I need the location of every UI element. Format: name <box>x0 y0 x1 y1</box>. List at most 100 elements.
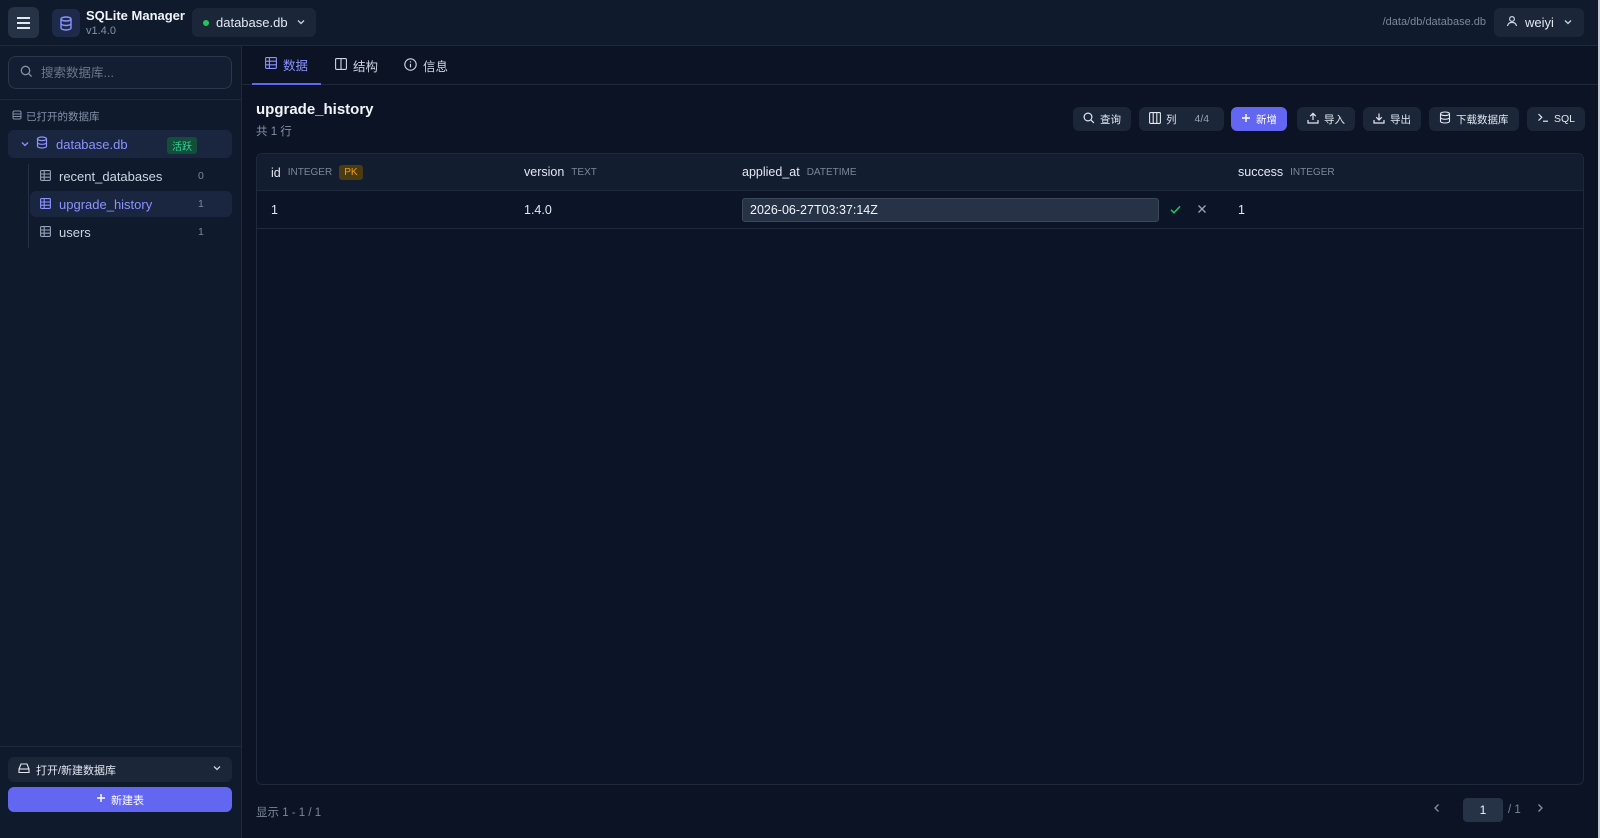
status-badge: 活跃 <box>167 137 197 154</box>
section-label-text: 已打开的数据库 <box>26 111 100 123</box>
user-menu-button[interactable]: weiyi <box>1494 8 1584 37</box>
tab-bar: 数据 结构 信息 <box>242 46 1598 85</box>
database-selector[interactable]: database.db <box>192 8 316 37</box>
check-icon[interactable] <box>1169 203 1182 219</box>
plus-icon <box>1241 113 1251 126</box>
table-icon <box>40 225 51 240</box>
chevron-down-icon <box>1563 15 1573 30</box>
tab-info[interactable]: 信息 <box>404 46 448 85</box>
page-total: / 1 <box>1508 804 1521 816</box>
tab-structure[interactable]: 结构 <box>335 46 378 85</box>
tree-line <box>28 164 29 248</box>
close-icon[interactable] <box>1196 203 1208 218</box>
search-box <box>8 56 232 89</box>
menu-button[interactable] <box>8 7 39 38</box>
download-icon <box>1373 112 1385 127</box>
pagination-summary: 显示 1 - 1 / 1 <box>256 807 322 819</box>
app-window: SQLite Manager v1.4.0 database.db /data/… <box>0 0 1600 838</box>
table-icon <box>265 57 277 72</box>
tab-label: 结构 <box>353 60 379 74</box>
add-label: 新增 <box>1256 113 1277 126</box>
open-database-label: 打开/新建数据库 <box>36 764 117 777</box>
hard-drive-icon <box>18 762 30 777</box>
columns-icon <box>335 58 347 73</box>
cell-success[interactable]: 1 <box>1238 203 1245 217</box>
search-icon <box>20 65 33 81</box>
table-row[interactable]: 1 1.4.0 1 <box>257 191 1583 229</box>
columns-label: 列 <box>1166 113 1177 126</box>
column-header-success[interactable]: success INTEGER <box>1238 165 1335 179</box>
tab-label: 数据 <box>283 59 309 73</box>
chevron-right-icon[interactable] <box>1534 802 1546 817</box>
chevron-left-icon[interactable] <box>1431 802 1443 817</box>
export-button[interactable]: 导出 <box>1363 107 1421 131</box>
sidebar-item-recent-databases[interactable]: recent_databases 0 <box>30 163 232 189</box>
column-name: id <box>271 165 281 180</box>
column-type: DATETIME <box>806 166 857 178</box>
export-label: 导出 <box>1390 113 1411 126</box>
column-header-id[interactable]: id INTEGER PK <box>271 165 363 180</box>
top-bar: SQLite Manager v1.4.0 database.db /data/… <box>0 0 1598 46</box>
database-name: database.db <box>56 136 128 152</box>
row-count: 1 <box>198 198 204 210</box>
sidebar: 已打开的数据库 database.db 活跃 recent_databases … <box>0 46 242 838</box>
database-icon <box>1439 111 1451 127</box>
database-icon <box>36 136 48 152</box>
section-label: 已打开的数据库 <box>12 109 100 124</box>
search-input[interactable] <box>41 65 221 80</box>
query-button[interactable]: 查询 <box>1073 107 1131 131</box>
sidebar-item-upgrade-history[interactable]: upgrade_history 1 <box>30 191 232 217</box>
sql-button[interactable]: SQL <box>1527 107 1586 131</box>
info-icon <box>404 57 417 74</box>
divider <box>0 746 241 747</box>
page-number-input[interactable] <box>1463 798 1503 822</box>
chevron-down-icon[interactable] <box>20 137 30 152</box>
app-title: SQLite Manager <box>86 8 185 23</box>
column-name: version <box>524 165 565 179</box>
table-name: recent_databases <box>59 168 163 184</box>
database-path: /data/db/database.db <box>1382 16 1486 28</box>
chevron-down-icon <box>212 763 222 776</box>
divider <box>0 99 241 100</box>
import-button[interactable]: 导入 <box>1297 107 1355 131</box>
database-stack-icon <box>12 110 22 123</box>
row-count: 1 <box>198 226 204 238</box>
row-count-label: 共 1 行 <box>256 126 292 138</box>
database-selector-label: database.db <box>216 15 288 30</box>
query-label: 查询 <box>1100 113 1121 126</box>
page-title: upgrade_history <box>256 101 374 118</box>
terminal-icon <box>1537 112 1549 126</box>
column-type: INTEGER <box>287 167 333 178</box>
columns-count: 4/4 <box>1194 113 1210 125</box>
download-database-button[interactable]: 下载数据库 <box>1429 107 1519 131</box>
column-type: TEXT <box>571 166 597 178</box>
columns-icon <box>1149 111 1161 127</box>
column-name: applied_at <box>742 165 800 179</box>
cell-id[interactable]: 1 <box>271 203 278 217</box>
app-version: v1.4.0 <box>86 25 116 37</box>
status-dot <box>203 19 209 26</box>
grid-header: id INTEGER PK version TEXT applied_at DA… <box>257 154 1583 191</box>
sidebar-item-users[interactable]: users 1 <box>30 219 232 245</box>
pk-badge: PK <box>339 165 363 180</box>
add-row-button[interactable]: 新增 <box>1231 107 1287 131</box>
database-logo-icon <box>52 9 80 37</box>
new-table-button[interactable]: 新建表 <box>8 787 232 812</box>
column-type: INTEGER <box>1290 166 1335 178</box>
cell-version[interactable]: 1.4.0 <box>524 203 552 217</box>
chevron-down-icon <box>296 15 306 30</box>
user-icon <box>1506 15 1518 30</box>
open-database-button[interactable]: 打开/新建数据库 <box>8 757 232 782</box>
main-panel: 数据 结构 信息 upgrade_history 共 1 行 查询 列 4/4 … <box>242 46 1598 838</box>
tab-data[interactable]: 数据 <box>252 46 322 85</box>
table-icon <box>40 197 51 212</box>
hamburger-icon <box>17 15 30 30</box>
column-header-version[interactable]: version TEXT <box>524 165 597 179</box>
column-header-applied-at[interactable]: applied_at DATETIME <box>742 165 857 179</box>
database-item[interactable]: database.db 活跃 <box>8 130 232 158</box>
plus-icon <box>96 793 106 806</box>
cell-edit-input[interactable] <box>742 198 1159 222</box>
user-name: weiyi <box>1525 15 1554 30</box>
import-label: 导入 <box>1324 113 1345 126</box>
columns-button[interactable]: 列 4/4 <box>1139 107 1224 131</box>
